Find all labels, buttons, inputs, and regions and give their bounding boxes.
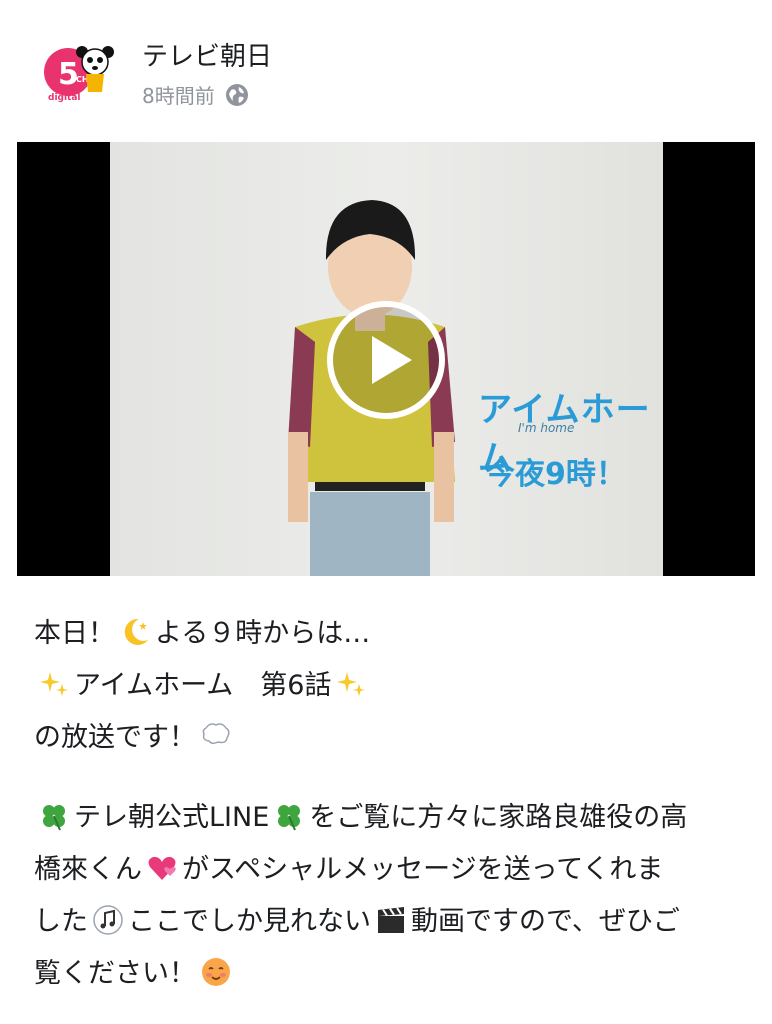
message-line-1: 本日！ よる９時からは… <box>34 608 744 660</box>
text-line-official: テレ朝公式LINE <box>74 802 270 833</box>
four-leaf-clover-icon <box>38 798 70 831</box>
page-avatar[interactable]: 5 CH digital <box>38 38 118 108</box>
page-name[interactable]: テレビ朝日 <box>142 36 272 73</box>
text-video: 動画ですので、ぜひご <box>411 906 680 937</box>
sparkles-icon <box>38 666 70 698</box>
post-timestamp[interactable]: 8時間前 <box>142 80 215 109</box>
four-leaf-clover-icon <box>273 798 305 831</box>
avatar-sub-text: digital <box>48 93 81 103</box>
overlay-show-subtitle: I'm home <box>518 421 575 435</box>
text-did: した <box>34 906 88 937</box>
post-meta: 8時間前 <box>142 80 249 109</box>
text-episode: アイムホーム 第6話 <box>74 670 332 701</box>
text-viewers: をご覧に方々に家路良雄役の高 <box>309 802 688 833</box>
post-header: 5 CH digital テレビ朝日 8時間前 <box>38 32 738 112</box>
overlay-air-time: 今夜9時！ <box>485 457 626 492</box>
music-note-icon <box>92 902 124 935</box>
text-today: 本日！ <box>34 618 115 649</box>
text-only-here: ここでしか見れない <box>128 906 371 937</box>
text-special-message: がスペシャルメッセージを送ってくれま <box>182 854 664 885</box>
post-message: 本日！ よる９時からは… アイムホーム 第6話 の放送です！ テレ朝公式LINE を… <box>34 608 744 1000</box>
sparkles-icon <box>335 666 367 698</box>
message-line-3: の放送です！ <box>34 712 744 764</box>
heart-icon <box>146 850 178 882</box>
message-line-2: アイムホーム 第6話 <box>34 660 744 712</box>
globe-icon <box>225 83 249 107</box>
smiling-face-icon <box>200 954 232 986</box>
text-broadcast: の放送です！ <box>34 722 196 753</box>
text-please-watch: 覧ください！ <box>34 958 196 989</box>
video-player[interactable]: アイムホーム I'm home 今夜9時！ <box>17 142 755 576</box>
clapper-board-icon <box>375 902 407 934</box>
text-from-9pm: よる９時からは… <box>155 618 371 649</box>
crescent-moon-icon <box>119 614 151 646</box>
message-paragraph-2: テレ朝公式LINE をご覧に方々に家路良雄役の高 橋來くん がスペシャルメッセージを… <box>34 792 744 1000</box>
text-actor: 橋來くん <box>34 854 142 885</box>
play-icon[interactable] <box>324 298 448 422</box>
speech-balloon-icon <box>200 718 232 750</box>
